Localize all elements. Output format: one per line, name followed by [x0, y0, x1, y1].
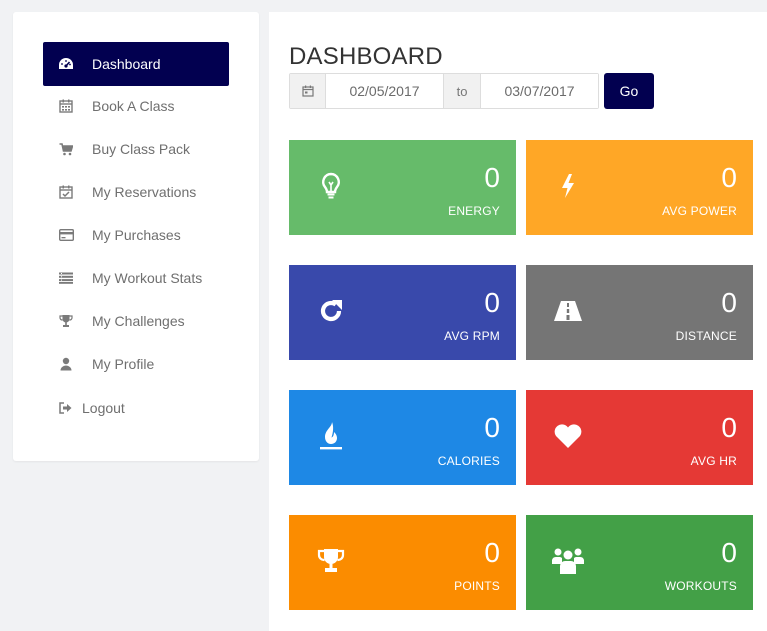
calendar-icon[interactable] [290, 74, 326, 108]
sidebar-item-label: Dashboard [92, 56, 161, 72]
bolt-icon [550, 168, 586, 204]
sidebar-item-my-profile[interactable]: My Profile [43, 342, 229, 386]
users-icon [550, 543, 586, 579]
refresh-icon [313, 293, 349, 329]
tile-workouts: 0 WORKOUTS [526, 515, 753, 610]
calendar-icon [58, 98, 74, 114]
go-button[interactable]: Go [604, 73, 654, 109]
end-date-input[interactable] [481, 74, 598, 108]
tile-label: WORKOUTS [664, 579, 737, 593]
list-icon [58, 270, 74, 286]
tile-label: ENERGY [448, 204, 500, 218]
user-icon [58, 356, 74, 372]
sidebar-item-label: My Challenges [92, 313, 185, 329]
tile-label: CALORIES [437, 454, 500, 468]
sidebar-item-logout[interactable]: Logout [43, 386, 229, 430]
sidebar-item-label: Buy Class Pack [92, 141, 191, 157]
tile-points: 0 POINTS [289, 515, 516, 610]
trophy-icon [58, 313, 74, 329]
tile-energy: 0 ENERGY [289, 140, 516, 235]
sidebar: Dashboard Book A Class Buy Class Pack My… [13, 12, 259, 461]
tile-value: 0 [721, 412, 737, 443]
sidebar-item-label: My Reservations [92, 184, 197, 200]
cart-icon [58, 141, 74, 157]
tile-value: 0 [721, 537, 737, 568]
tile-value: 0 [721, 287, 737, 318]
tile-calories: 0 CALORIES [289, 390, 516, 485]
tile-avg-power: 0 AVG POWER [526, 140, 753, 235]
tile-label: AVG RPM [444, 329, 500, 343]
calendar-check-icon [58, 184, 74, 200]
tile-distance: 0 DISTANCE [526, 265, 753, 360]
sidebar-item-buy-class-pack[interactable]: Buy Class Pack [43, 127, 229, 171]
tile-value: 0 [484, 287, 500, 318]
start-date-input[interactable] [326, 74, 443, 108]
tile-value: 0 [721, 162, 737, 193]
date-range: to [289, 73, 599, 109]
sidebar-item-label: Book A Class [92, 98, 175, 114]
tile-label: AVG POWER [662, 204, 737, 218]
lightbulb-icon [313, 168, 349, 204]
date-range-separator: to [443, 74, 481, 108]
tile-avg-rpm: 0 AVG RPM [289, 265, 516, 360]
sidebar-item-book-a-class[interactable]: Book A Class [43, 84, 229, 128]
page-title: DASHBOARD [289, 43, 443, 70]
sidebar-item-label: My Workout Stats [92, 270, 203, 286]
sidebar-item-my-workout-stats[interactable]: My Workout Stats [43, 256, 229, 300]
sidebar-item-label: My Profile [92, 356, 155, 372]
tile-label: AVG HR [690, 454, 737, 468]
sidebar-item-my-purchases[interactable]: My Purchases [43, 213, 229, 257]
tile-label: POINTS [454, 579, 500, 593]
trophy-icon [313, 543, 349, 579]
fire-icon [313, 418, 349, 454]
sidebar-item-my-challenges[interactable]: My Challenges [43, 299, 229, 343]
tile-value: 0 [484, 162, 500, 193]
sign-out-icon [58, 400, 74, 416]
tile-value: 0 [484, 537, 500, 568]
main-panel: DASHBOARD to Go 0 ENERGY 0 AVG POWER 0 A… [269, 12, 767, 631]
tile-avg-hr: 0 AVG HR [526, 390, 753, 485]
sidebar-item-my-reservations[interactable]: My Reservations [43, 170, 229, 214]
dashboard-icon [58, 56, 74, 72]
sidebar-item-label: My Purchases [92, 227, 181, 243]
tile-value: 0 [484, 412, 500, 443]
sidebar-item-label: Logout [82, 400, 125, 416]
credit-card-icon [58, 227, 74, 243]
tile-label: DISTANCE [675, 329, 737, 343]
heart-icon [550, 418, 586, 454]
sidebar-item-dashboard[interactable]: Dashboard [43, 42, 229, 86]
road-icon [550, 293, 586, 329]
